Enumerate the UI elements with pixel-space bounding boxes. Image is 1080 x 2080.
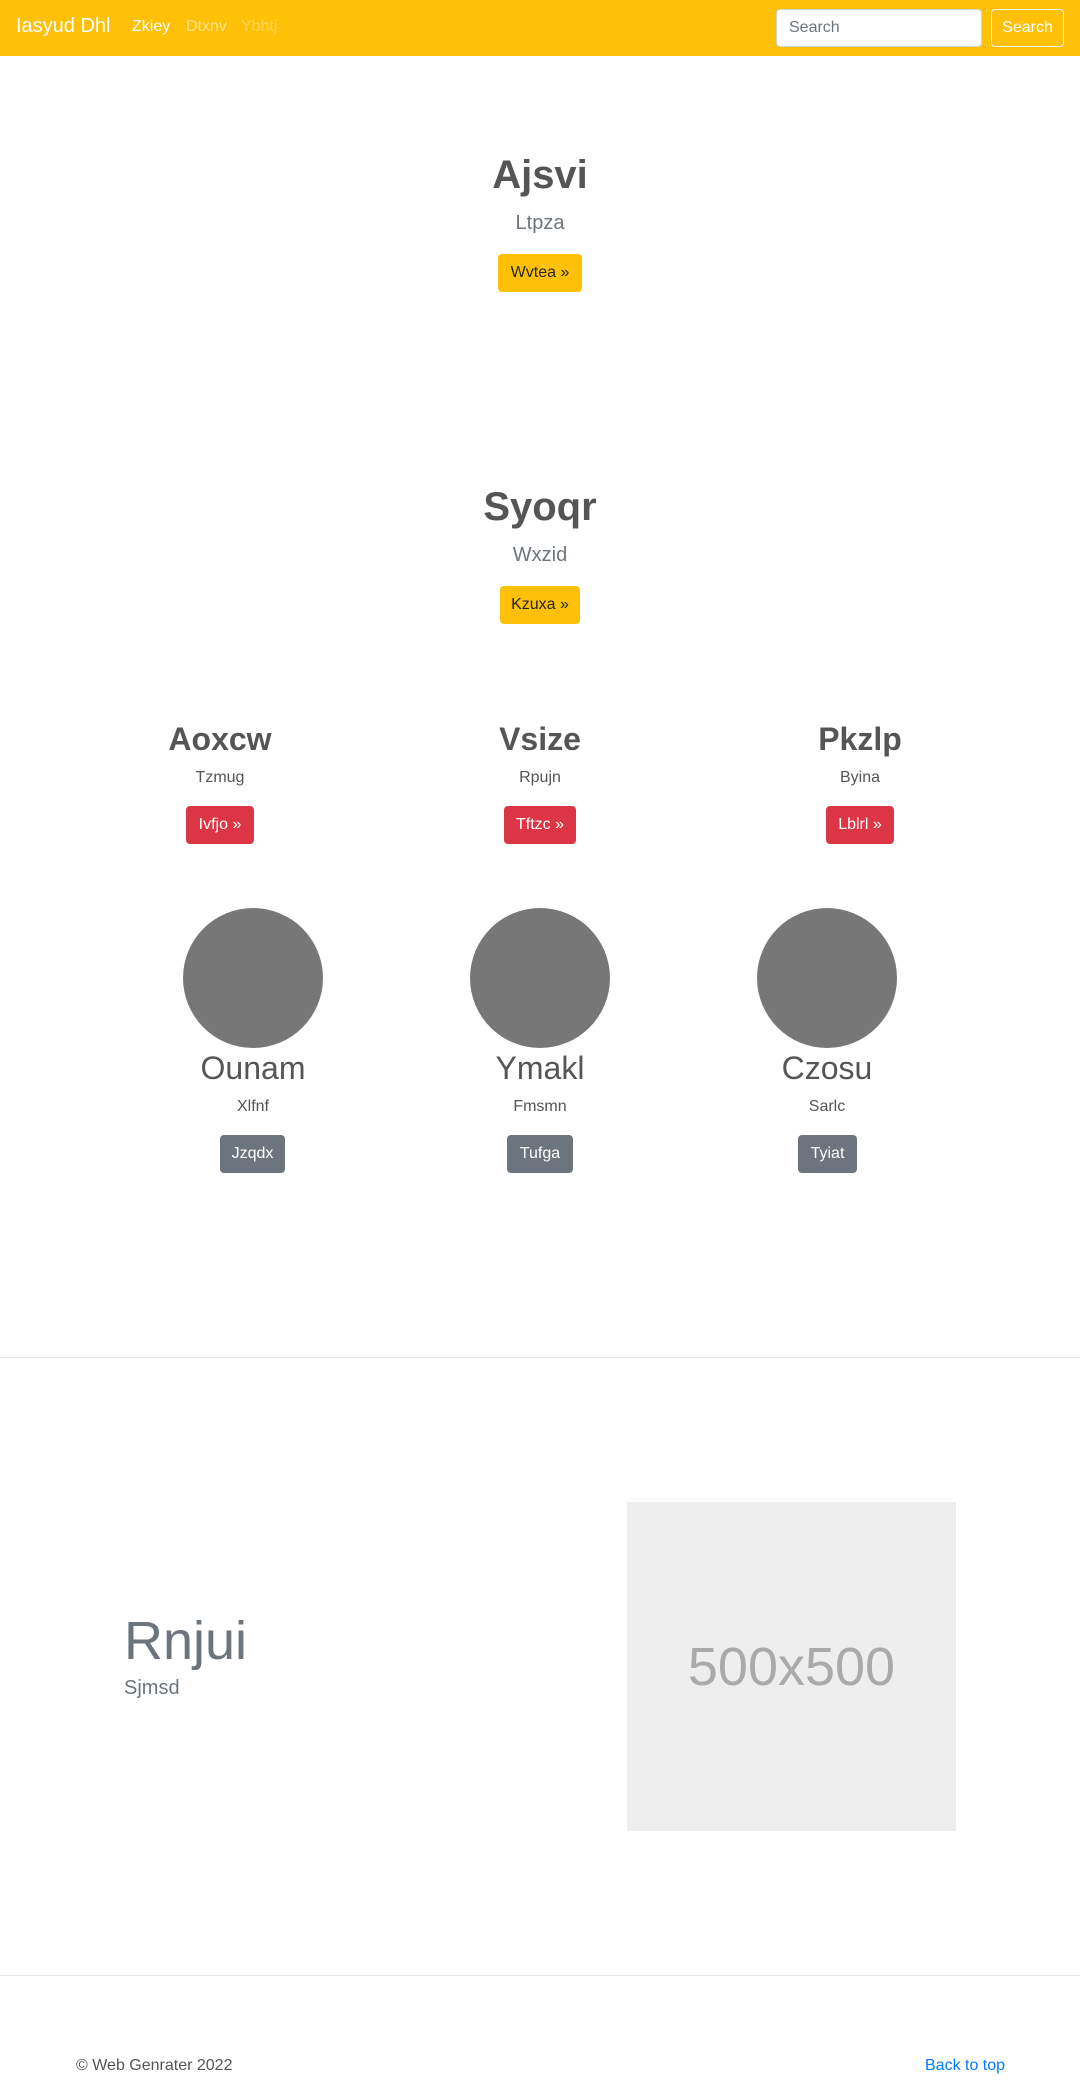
placeholder-image: 500x500 (627, 1502, 956, 1831)
column-button[interactable]: Lblrl » (826, 806, 894, 844)
profile-subtitle: Fmsmn (513, 1098, 567, 1115)
avatar (183, 908, 323, 1048)
nav-link-zkiey[interactable]: Zkiey (132, 18, 170, 36)
hero2-subtitle: Wxzid (512, 544, 568, 566)
profile-title: Ymakl (495, 1050, 585, 1086)
avatar (470, 908, 610, 1048)
hero2-title: Syoqr (483, 485, 597, 529)
hero2-button[interactable]: Kzuxa » (500, 586, 580, 624)
avatar (757, 908, 897, 1048)
profile-button[interactable]: Tyiat (798, 1135, 857, 1173)
footer-copyright: © Web Genrater 2022 (76, 2057, 233, 2074)
nav-link-dtxnv[interactable]: Dtxnv (186, 18, 227, 36)
navbar-brand[interactable]: Iasyud Dhl (16, 15, 111, 38)
back-to-top-link[interactable]: Back to top (925, 2057, 1005, 2075)
column-title: Vsize (499, 721, 581, 757)
search-input[interactable] (776, 9, 982, 47)
column-button[interactable]: Tftzc » (504, 806, 576, 844)
profile-title: Ounam (200, 1050, 306, 1086)
profile-button[interactable]: Jzqdx (220, 1135, 285, 1173)
hero1-button[interactable]: Wvtea » (498, 254, 582, 292)
feature-title: Rnjui (124, 1611, 248, 1671)
column-subtitle: Tzmug (195, 769, 245, 786)
profile-button[interactable]: Tufga (507, 1135, 573, 1173)
column-title: Aoxcw (168, 721, 272, 757)
column-title: Pkzlp (818, 721, 902, 757)
column-subtitle: Rpujn (519, 769, 561, 786)
profile-title: Czosu (781, 1050, 873, 1086)
column-button[interactable]: Ivfjo » (186, 806, 254, 844)
divider (0, 1975, 1080, 1976)
divider (0, 1357, 1080, 1358)
feature-subtitle: Sjmsd (124, 1677, 180, 1699)
column-subtitle: Byina (839, 769, 881, 786)
navbar: Iasyud Dhl Zkiey Dtxnv Ybhtj Search (0, 0, 1080, 56)
placeholder-label: 500x500 (687, 1636, 896, 1697)
hero1-subtitle: Ltpza (515, 212, 565, 234)
hero1-title: Ajsvi (492, 153, 588, 197)
profile-subtitle: Sarlc (808, 1098, 846, 1115)
nav-link-ybhtj[interactable]: Ybhtj (241, 18, 277, 36)
search-button[interactable]: Search (991, 9, 1064, 47)
profile-subtitle: Xlfnf (236, 1098, 269, 1115)
